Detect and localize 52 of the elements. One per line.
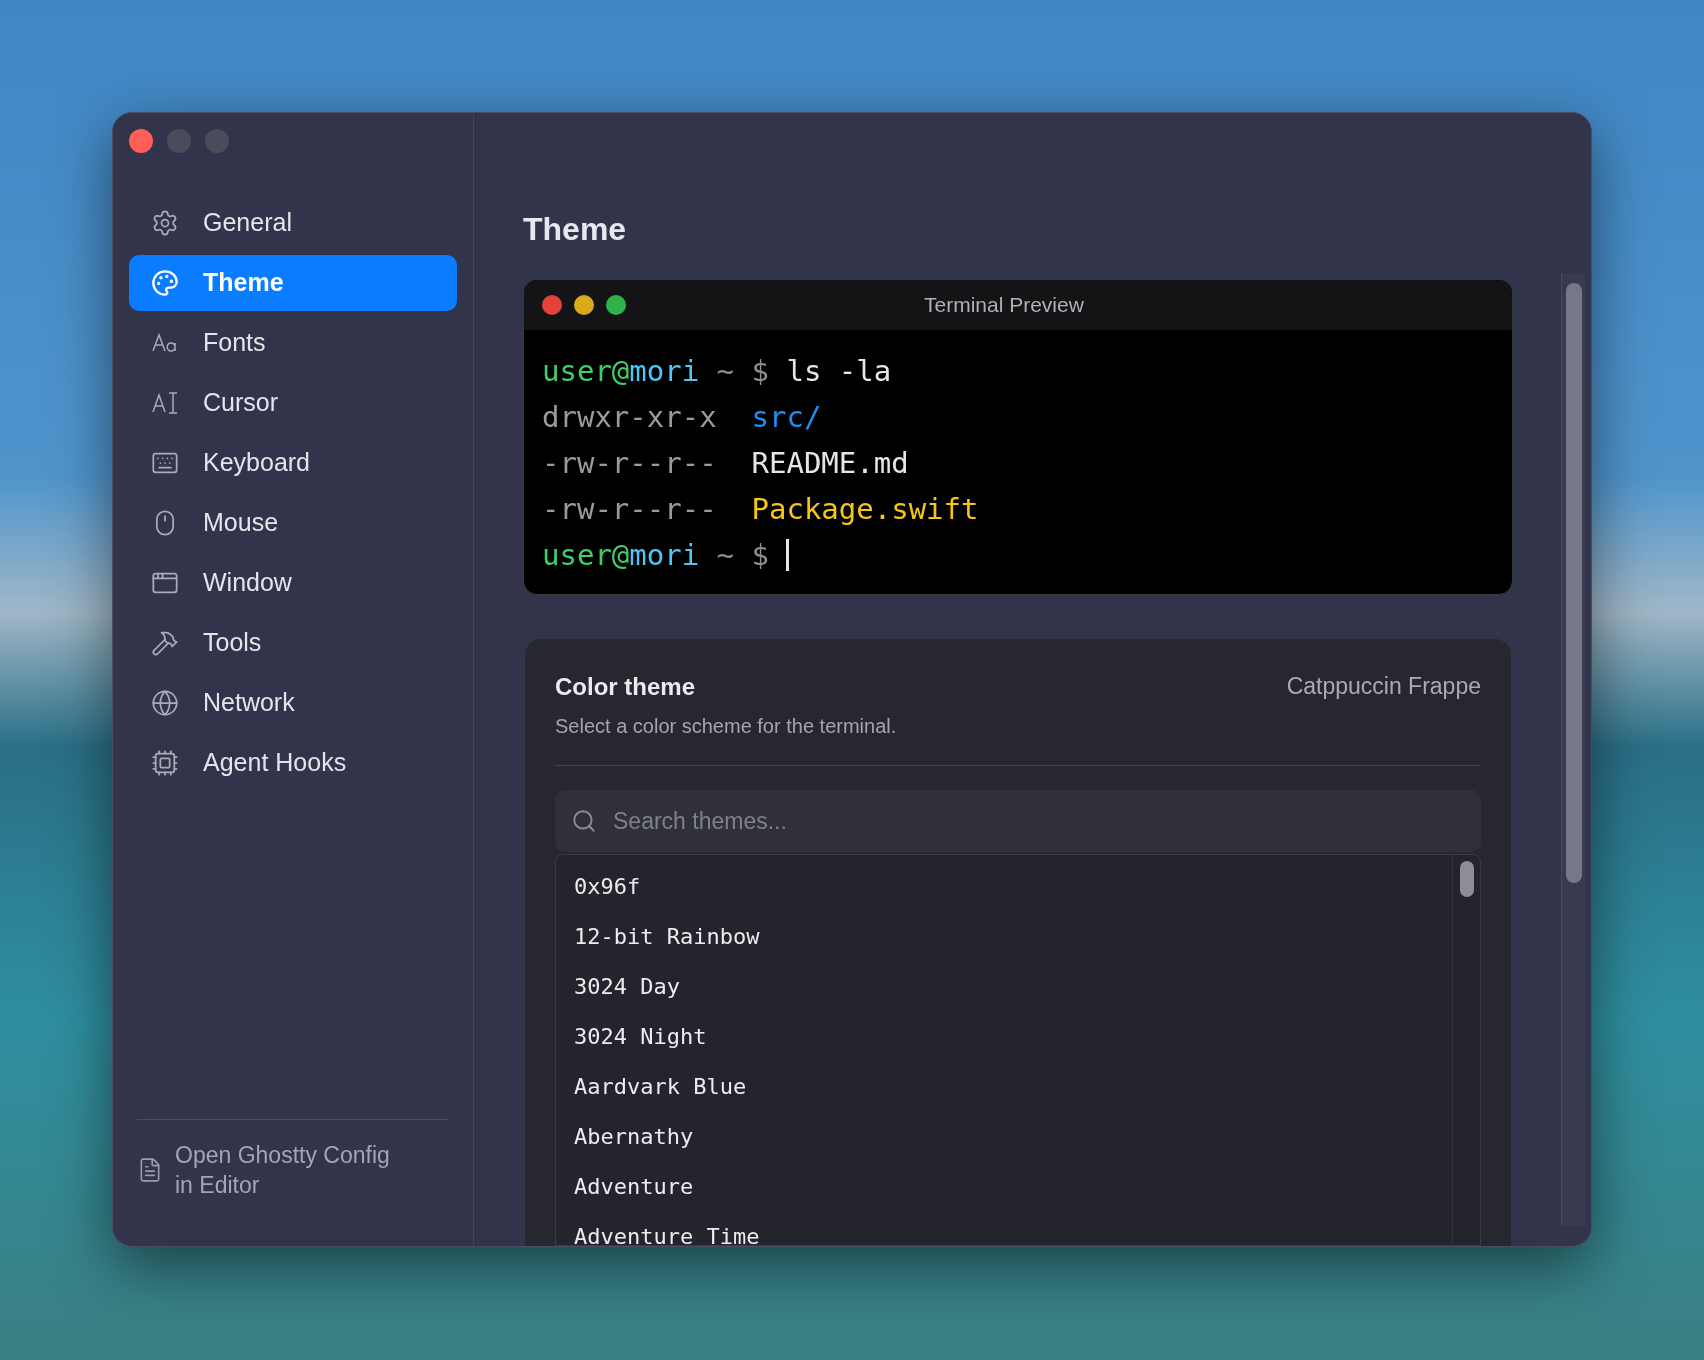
sidebar-item[interactable]: Window [129, 555, 457, 611]
terminal-text: README.md [751, 445, 909, 482]
scrollbar-thumb[interactable] [1565, 283, 1582, 883]
terminal-text: @ [611, 537, 630, 574]
terminal-text: @ [611, 353, 630, 390]
terminal-text: ~ $ [715, 537, 770, 574]
setting-description: Select a color scheme for the terminal. [555, 714, 897, 739]
minimize-button[interactable] [167, 129, 191, 153]
scrollbar-thumb[interactable] [1459, 861, 1474, 897]
sidebar-item[interactable]: Mouse [129, 495, 457, 551]
terminal-text: mori [629, 353, 700, 390]
terminal-text: mori [629, 537, 700, 574]
search-icon [571, 808, 597, 834]
terminal-text: ~ $ [715, 353, 770, 390]
sidebar-item[interactable]: Cursor [129, 375, 457, 431]
terminal-text: Package.swift [751, 491, 979, 528]
terminal-text: src/ [751, 399, 822, 436]
chip-icon [151, 749, 179, 777]
terminal-text: user [542, 537, 612, 574]
theme-list-item[interactable]: 0x96f [556, 861, 1452, 911]
gear-icon [151, 209, 179, 237]
theme-list-item[interactable]: Abernathy [556, 1111, 1452, 1161]
theme-list-item[interactable]: Aardvark Blue [556, 1061, 1452, 1111]
terminal-text: drwxr-xr-x [542, 399, 718, 436]
close-button[interactable] [129, 129, 153, 153]
setting-title: Color theme [555, 672, 696, 702]
terminal-text: -rw-r--r-- [542, 491, 718, 528]
page-title: Theme [523, 210, 628, 249]
terminal-text: ls -la [786, 353, 892, 390]
sidebar-item[interactable]: Tools [129, 615, 457, 671]
terminal-text: user [542, 353, 612, 390]
sidebar-item[interactable]: Keyboard [129, 435, 457, 491]
search-field[interactable]: Search themes... [555, 790, 1481, 852]
theme-list-item[interactable]: 12-bit Rainbow [556, 911, 1452, 961]
zoom-button[interactable] [205, 129, 229, 153]
theme-list-item[interactable]: 3024 Night [556, 1011, 1452, 1061]
sidebar-item[interactable]: Network [129, 675, 457, 731]
sidebar-item[interactable]: General [129, 195, 457, 251]
theme-list-item[interactable]: Adventure [556, 1161, 1452, 1211]
open-config-link[interactable]: Open Ghostty Config in Editor [175, 1140, 410, 1200]
terminal-title: Terminal Preview [924, 292, 1084, 319]
terminal-text: -rw-r--r-- [542, 445, 718, 482]
sidebar-item[interactable]: Fonts [129, 315, 457, 371]
hammer-icon [151, 629, 179, 657]
palette-icon [151, 269, 179, 297]
theme-list-item[interactable]: Adventure Time [556, 1211, 1452, 1245]
text-cursor-icon [151, 389, 179, 417]
theme-list-item[interactable]: 3024 Day [556, 961, 1452, 1011]
sidebar-item[interactable]: Agent Hooks [129, 735, 457, 791]
globe-icon [151, 689, 179, 717]
current-theme: Catppuccin Frappe [1286, 672, 1481, 701]
sidebar-item[interactable]: Theme [129, 255, 457, 311]
